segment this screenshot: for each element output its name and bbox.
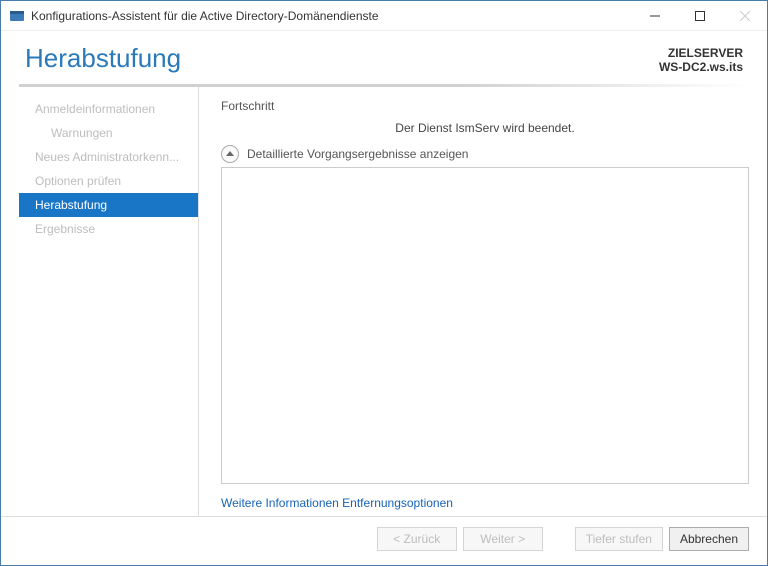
maximize-button[interactable] xyxy=(677,1,722,30)
next-button: Weiter > xyxy=(463,527,543,551)
target-server-block: ZIELSERVER WS-DC2.ws.its xyxy=(659,46,743,74)
step-nav: Anmeldeinformationen Warnungen Neues Adm… xyxy=(19,87,199,516)
chevron-up-icon xyxy=(221,145,239,163)
titlebar: Konfigurations-Assistent für die Active … xyxy=(1,1,767,31)
details-toggle-label: Detaillierte Vorgangsergebnisse anzeigen xyxy=(247,147,468,161)
nav-step-results: Ergebnisse xyxy=(19,217,198,241)
nav-step-warnings: Warnungen xyxy=(19,121,198,145)
wizard-header: Herabstufung ZIELSERVER WS-DC2.ws.its xyxy=(1,31,767,84)
window-controls xyxy=(632,1,767,30)
app-icon xyxy=(9,8,25,24)
demote-button: Tiefer stufen xyxy=(575,527,663,551)
status-text: Der Dienst IsmServ wird beendet. xyxy=(221,121,749,135)
wizard-body: Anmeldeinformationen Warnungen Neues Adm… xyxy=(1,87,767,516)
page-title: Herabstufung xyxy=(25,43,181,74)
more-info-link[interactable]: Weitere Informationen Entfernungsoptione… xyxy=(221,496,749,510)
cancel-button[interactable]: Abbrechen xyxy=(669,527,749,551)
target-server-value: WS-DC2.ws.its xyxy=(659,60,743,74)
close-button xyxy=(722,1,767,30)
content-area: Fortschritt Der Dienst IsmServ wird been… xyxy=(199,87,749,516)
wizard-footer: < Zurück Weiter > Tiefer stufen Abbreche… xyxy=(1,516,767,565)
details-toggle[interactable]: Detaillierte Vorgangsergebnisse anzeigen xyxy=(221,145,749,163)
nav-step-demotion: Herabstufung xyxy=(19,193,198,217)
nav-step-review-options: Optionen prüfen xyxy=(19,169,198,193)
target-server-label: ZIELSERVER xyxy=(659,46,743,60)
window-title: Konfigurations-Assistent für die Active … xyxy=(31,9,632,23)
nav-step-credentials: Anmeldeinformationen xyxy=(19,97,198,121)
nav-step-new-admin-password: Neues Administratorkenn... xyxy=(19,145,198,169)
button-gap xyxy=(549,527,569,551)
back-button: < Zurück xyxy=(377,527,457,551)
wizard-window: Konfigurations-Assistent für die Active … xyxy=(0,0,768,566)
minimize-button[interactable] xyxy=(632,1,677,30)
results-textbox[interactable] xyxy=(221,167,749,484)
progress-label: Fortschritt xyxy=(221,99,749,113)
